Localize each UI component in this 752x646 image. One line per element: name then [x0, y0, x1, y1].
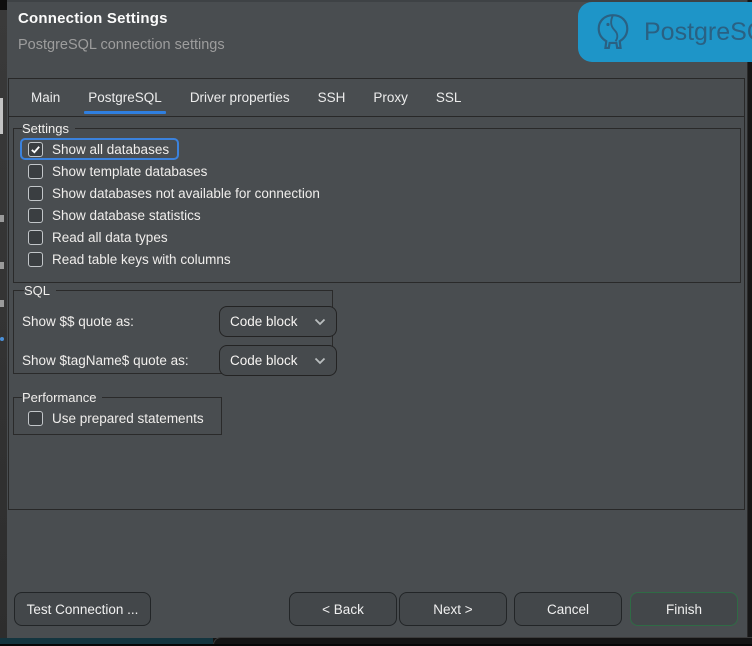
- sql-group-legend: SQL: [24, 283, 56, 298]
- tab-ssl[interactable]: SSL: [422, 79, 476, 116]
- tab-proxy[interactable]: Proxy: [359, 79, 422, 116]
- checkbox-icon[interactable]: [28, 411, 43, 426]
- checkbox-label: Read table keys with columns: [52, 252, 231, 267]
- sql-row-tagname-quote: Show $tagName$ quote as: Code block: [22, 341, 324, 380]
- performance-group: Performance Use prepared statements: [13, 390, 222, 435]
- background-icon-fragment: [0, 215, 4, 222]
- sql-group: SQL Show $$ quote as: Code block Show $t…: [13, 283, 333, 374]
- checkbox-icon[interactable]: [28, 142, 43, 157]
- settings-group-legend: Settings: [22, 121, 75, 136]
- tagname-quote-dropdown[interactable]: Code block: [219, 345, 337, 376]
- dialog-header: Connection Settings PostgreSQL connectio…: [0, 0, 752, 64]
- next-button[interactable]: Next >: [399, 592, 507, 626]
- checkbox-label: Show databases not available for connect…: [52, 186, 320, 201]
- checkbox-label: Use prepared statements: [52, 411, 204, 426]
- checkbox-use-prepared-statements[interactable]: Use prepared statements: [20, 407, 214, 429]
- dropdown-label: Show $$ quote as:: [22, 314, 134, 329]
- background-icon-fragment: [0, 262, 4, 269]
- checkbox-icon[interactable]: [28, 208, 43, 223]
- cancel-button[interactable]: Cancel: [514, 592, 622, 626]
- background-icon-fragment: [0, 300, 4, 307]
- test-connection-button[interactable]: Test Connection ...: [14, 592, 151, 626]
- tab-label: SSL: [436, 90, 462, 105]
- background-window-edge: [0, 0, 7, 638]
- chevron-down-icon: [314, 357, 326, 365]
- chevron-down-icon: [314, 318, 326, 326]
- checkbox-icon[interactable]: [28, 186, 43, 201]
- tab-label: SSH: [318, 90, 346, 105]
- dollar-quote-dropdown[interactable]: Code block: [219, 306, 337, 337]
- background-scrollbar-fragment: [0, 98, 3, 134]
- checkbox-icon[interactable]: [28, 164, 43, 179]
- postgresql-logo-text: PostgreSQL: [644, 18, 752, 47]
- tab-driver-properties[interactable]: Driver properties: [176, 79, 304, 116]
- dropdown-value: Code block: [230, 314, 310, 329]
- check-icon: [30, 144, 41, 155]
- dropdown-value: Code block: [230, 353, 310, 368]
- checkbox-show-databases-not-available[interactable]: Show databases not available for connect…: [20, 182, 330, 204]
- tab-label: PostgreSQL: [88, 90, 162, 105]
- finish-button[interactable]: Finish: [630, 592, 738, 626]
- tab-label: Main: [31, 90, 60, 105]
- background-icon-fragment: [0, 337, 4, 341]
- checkbox-show-database-statistics[interactable]: Show database statistics: [20, 204, 211, 226]
- postgresql-elephant-icon: [592, 11, 634, 53]
- settings-group: Settings Show all databases Show templat…: [13, 121, 741, 283]
- checkbox-show-all-databases[interactable]: Show all databases: [20, 138, 179, 160]
- postgresql-logo-banner: PostgreSQL: [578, 2, 752, 62]
- sql-row-dollar-quote: Show $$ quote as: Code block: [22, 302, 324, 341]
- page-subtitle: PostgreSQL connection settings: [18, 37, 225, 53]
- tab-postgresql[interactable]: PostgreSQL: [74, 79, 176, 116]
- screenshot-root: Connection Settings PostgreSQL connectio…: [0, 0, 752, 646]
- checkbox-icon[interactable]: [28, 230, 43, 245]
- tab-bar: Main PostgreSQL Driver properties SSH Pr…: [9, 79, 744, 117]
- tab-label: Proxy: [373, 90, 408, 105]
- dropdown-label: Show $tagName$ quote as:: [22, 353, 189, 368]
- checkbox-read-table-keys[interactable]: Read table keys with columns: [20, 248, 241, 270]
- checkbox-read-all-data-types[interactable]: Read all data types: [20, 226, 178, 248]
- tab-label: Driver properties: [190, 90, 290, 105]
- tab-main[interactable]: Main: [17, 79, 74, 116]
- checkbox-label: Show database statistics: [52, 208, 201, 223]
- checkbox-label: Show all databases: [52, 142, 169, 157]
- checkbox-label: Read all data types: [52, 230, 168, 245]
- back-button[interactable]: < Back: [289, 592, 397, 626]
- tab-ssh[interactable]: SSH: [304, 79, 360, 116]
- performance-group-legend: Performance: [22, 390, 102, 405]
- checkbox-label: Show template databases: [52, 164, 207, 179]
- page-title: Connection Settings: [18, 10, 168, 27]
- checkbox-icon[interactable]: [28, 252, 43, 267]
- checkbox-show-template-databases[interactable]: Show template databases: [20, 160, 217, 182]
